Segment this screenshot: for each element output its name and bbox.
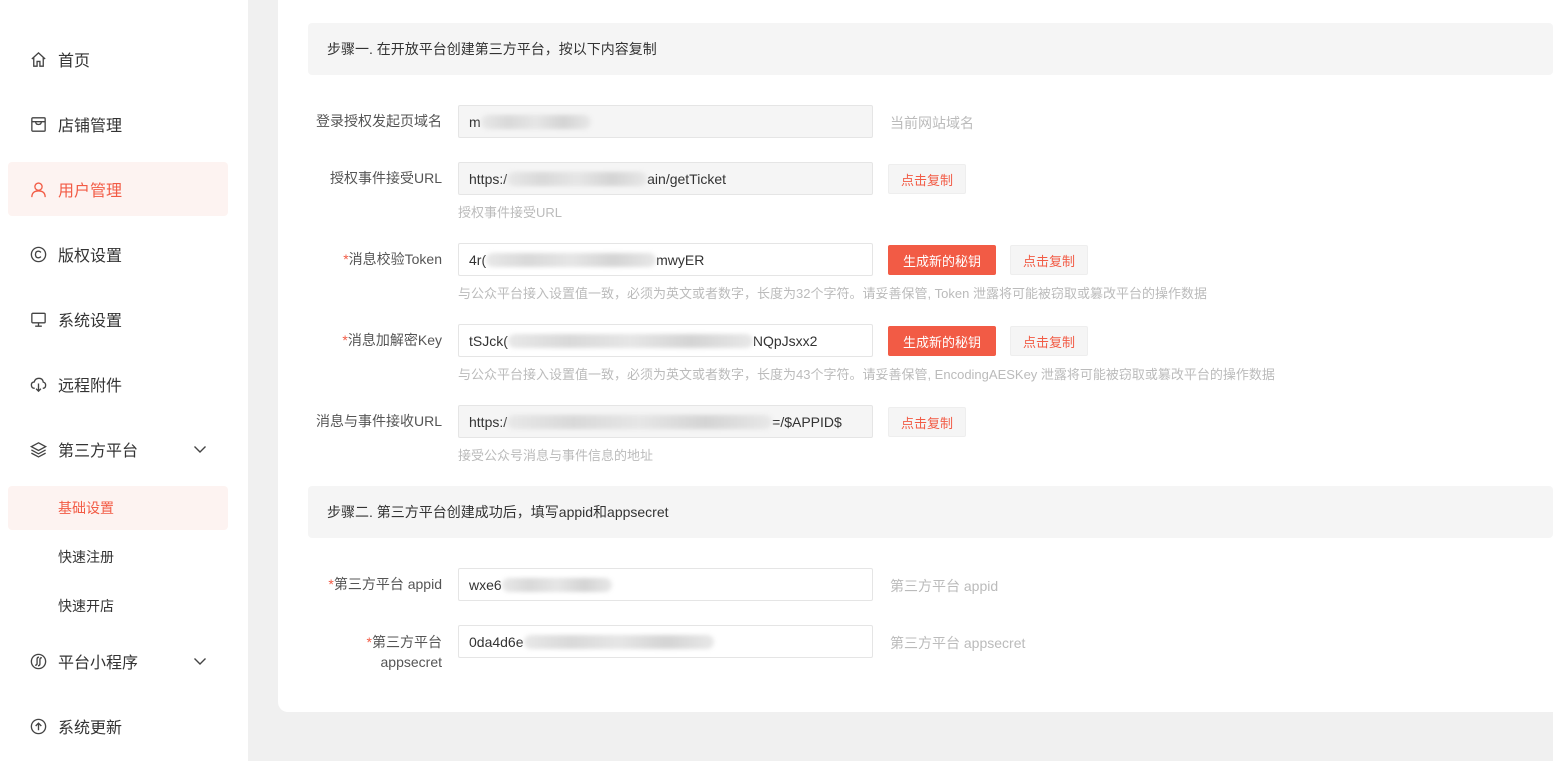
sub-item-label: 快速开店 xyxy=(58,598,114,614)
auth-url-input[interactable]: https:/ ain/getTicket xyxy=(458,162,873,195)
nav-item-store[interactable]: 店铺管理 xyxy=(8,97,228,151)
generate-token-button[interactable]: 生成新的秘钥 xyxy=(888,245,996,275)
step2-title: 步骤二. 第三方平台创建成功后，填写appid和appsecret xyxy=(327,504,669,520)
copy-auth-url-button[interactable]: 点击复制 xyxy=(888,164,967,194)
msg-url-hint: 接受公众号消息与事件信息的地址 xyxy=(458,448,654,463)
redacted-value xyxy=(507,414,773,429)
nav-label: 首页 xyxy=(58,53,91,70)
aes-key-label: *消息加解密Key xyxy=(342,332,442,348)
store-icon xyxy=(28,114,48,134)
nav-label: 第三方平台 xyxy=(58,443,139,460)
nav-label: 平台小程序 xyxy=(58,655,139,672)
copyright-icon xyxy=(28,244,48,264)
msg-url-label: 消息与事件接收URL xyxy=(315,413,442,429)
home-icon xyxy=(28,49,48,69)
nav-label: 用户管理 xyxy=(58,183,123,200)
redacted-value xyxy=(507,333,753,348)
nav-item-system-update[interactable]: 系统更新 xyxy=(8,699,228,753)
generate-aes-key-button[interactable]: 生成新的秘钥 xyxy=(888,326,996,356)
login-domain-label: 登录授权发起页域名 xyxy=(316,113,442,129)
sub-item-quick-register[interactable]: 快速注册 xyxy=(8,535,228,579)
copy-msg-url-button[interactable]: 点击复制 xyxy=(888,407,967,437)
sub-item-label: 快速注册 xyxy=(58,549,114,565)
token-hint: 与公众平台接入设置值一致，必须为英文或者数字，长度为32个字符。请妥善保管, T… xyxy=(458,286,1207,301)
monitor-icon xyxy=(28,309,48,329)
nav-item-users[interactable]: 用户管理 xyxy=(8,162,228,216)
nav-label: 店铺管理 xyxy=(58,118,123,135)
appsecret-label: *第三方平台 appsecret xyxy=(366,634,442,670)
chevron-down-icon xyxy=(194,658,206,665)
sub-item-label: 基础设置 xyxy=(58,500,114,516)
step1-title: 步骤一. 在开放平台创建第三方平台，按以下内容复制 xyxy=(327,41,657,57)
nav-item-remote-attachment[interactable]: 远程附件 xyxy=(8,357,228,411)
token-label: *消息校验Token xyxy=(343,251,442,267)
auth-url-hint: 授权事件接受URL xyxy=(458,205,563,220)
aes-key-input[interactable]: tSJck( NQpJsxx2 xyxy=(458,324,873,357)
nav-item-system-settings[interactable]: 系统设置 xyxy=(8,292,228,346)
upload-circle-icon xyxy=(28,716,48,736)
nav-item-copyright[interactable]: 版权设置 xyxy=(8,227,228,281)
login-domain-hint: 当前网站域名 xyxy=(890,115,974,131)
sub-item-quick-open-store[interactable]: 快速开店 xyxy=(8,584,228,628)
copy-token-button[interactable]: 点击复制 xyxy=(1010,245,1089,275)
redacted-value xyxy=(523,634,714,649)
redacted-value xyxy=(501,577,612,592)
step2-header: 步骤二. 第三方平台创建成功后，填写appid和appsecret xyxy=(308,486,1553,538)
miniprogram-icon xyxy=(28,651,48,671)
nav-label: 版权设置 xyxy=(58,248,123,265)
login-domain-input[interactable]: m xyxy=(458,105,873,138)
nav-label: 系统更新 xyxy=(58,720,123,737)
msg-url-input[interactable]: https:/ =/$APPID$ xyxy=(458,405,873,438)
step1-header: 步骤一. 在开放平台创建第三方平台，按以下内容复制 xyxy=(308,23,1553,75)
appid-hint: 第三方平台 appid xyxy=(890,578,999,594)
nav-label: 系统设置 xyxy=(58,313,123,330)
appid-input[interactable]: wxe6 xyxy=(458,568,873,601)
chevron-down-icon xyxy=(194,446,206,453)
nav-item-third-party[interactable]: 第三方平台 xyxy=(8,422,228,476)
nav-label: 远程附件 xyxy=(58,378,123,395)
sidebar: 首页 店铺管理 用户管理 版权设置 系统设置 远程附件 第三方平台 基础设置 快… xyxy=(0,0,248,761)
layers-icon xyxy=(28,439,48,459)
redacted-value xyxy=(486,252,657,267)
cloud-download-icon xyxy=(28,374,48,394)
auth-url-label: 授权事件接受URL xyxy=(329,170,442,186)
redacted-value xyxy=(480,114,591,129)
sub-item-basic-settings[interactable]: 基础设置 xyxy=(8,486,228,530)
copy-aes-key-button[interactable]: 点击复制 xyxy=(1010,326,1089,356)
nav-item-platform-miniprogram[interactable]: 平台小程序 xyxy=(8,634,228,688)
appid-label: *第三方平台 appid xyxy=(328,576,442,592)
appsecret-hint: 第三方平台 appsecret xyxy=(890,635,1026,651)
token-input[interactable]: 4r( mwyER xyxy=(458,243,873,276)
nav-item-home[interactable]: 首页 xyxy=(8,32,228,86)
aes-key-hint: 与公众平台接入设置值一致，必须为英文或者数字，长度为43个字符。请妥善保管, E… xyxy=(458,367,1275,382)
redacted-value xyxy=(507,171,648,186)
user-icon xyxy=(28,179,48,199)
appsecret-input[interactable]: 0da4d6e xyxy=(458,625,873,658)
